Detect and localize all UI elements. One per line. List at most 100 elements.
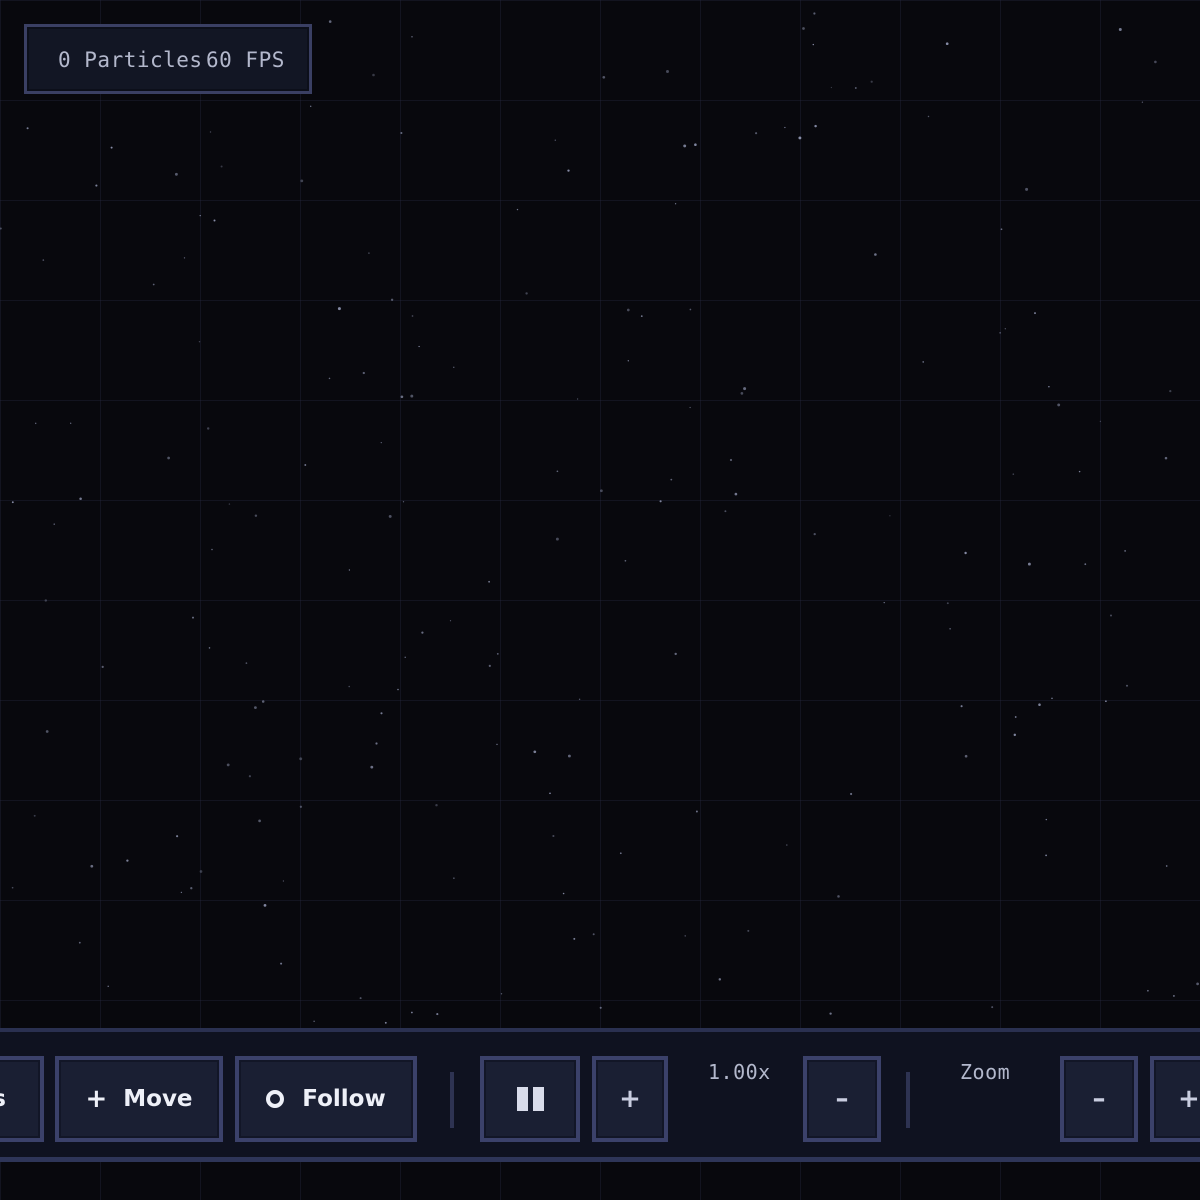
star	[999, 332, 1001, 334]
star	[1172, 994, 1175, 997]
speed-up-button[interactable]: +	[592, 1056, 668, 1142]
follow-button[interactable]: Follow	[235, 1056, 417, 1142]
follow-label: Follow	[302, 1086, 386, 1112]
star	[206, 427, 210, 430]
star	[208, 647, 211, 649]
star	[110, 146, 113, 149]
star	[837, 895, 840, 898]
star	[556, 470, 559, 473]
star	[624, 559, 627, 562]
star	[198, 340, 201, 343]
star	[11, 886, 14, 889]
star	[263, 904, 267, 907]
star	[949, 628, 951, 630]
star	[42, 259, 45, 261]
star	[449, 620, 452, 622]
star	[435, 803, 438, 807]
star	[747, 929, 750, 932]
star	[1012, 473, 1015, 475]
star	[718, 978, 722, 981]
star	[209, 131, 212, 133]
minus-icon: –	[1092, 1084, 1106, 1114]
star	[299, 757, 303, 761]
star	[362, 371, 365, 375]
star	[689, 406, 691, 409]
star	[525, 292, 528, 295]
partial-tool-label: s	[0, 1086, 6, 1112]
star	[813, 12, 816, 15]
star	[402, 501, 405, 503]
star	[964, 754, 968, 758]
star	[1154, 60, 1157, 64]
star	[421, 631, 424, 634]
star	[1004, 328, 1006, 330]
star	[1078, 470, 1081, 473]
star	[1125, 684, 1129, 687]
star	[786, 844, 788, 846]
star	[576, 398, 579, 400]
star	[1147, 989, 1149, 992]
star	[388, 514, 392, 518]
zoom-in-button[interactable]: +	[1150, 1056, 1200, 1142]
move-button[interactable]: + Move	[55, 1056, 223, 1142]
star	[798, 136, 802, 140]
star	[500, 993, 503, 995]
star	[694, 143, 697, 146]
star	[304, 464, 307, 466]
star	[380, 441, 382, 444]
star	[743, 387, 747, 391]
star	[549, 792, 551, 795]
star	[228, 503, 231, 505]
star	[1014, 716, 1017, 718]
star	[802, 27, 805, 30]
star	[1051, 697, 1053, 700]
speed-value: 1.00x	[708, 1060, 771, 1084]
star	[578, 698, 581, 700]
pause-button[interactable]	[480, 1056, 580, 1142]
star	[659, 500, 662, 503]
star	[211, 548, 213, 551]
partial-tool-button[interactable]: s	[0, 1056, 44, 1142]
star	[183, 257, 186, 259]
move-icon: +	[85, 1084, 108, 1114]
star	[180, 891, 183, 894]
star	[213, 219, 216, 222]
star	[101, 665, 104, 669]
star	[1013, 733, 1017, 737]
star	[627, 360, 629, 362]
starfield	[0, 12, 1199, 1024]
star	[192, 616, 194, 619]
zoom-label: Zoom	[960, 1060, 1011, 1084]
star	[488, 580, 490, 583]
star	[372, 73, 375, 77]
star	[453, 877, 455, 879]
speed-down-button[interactable]: –	[803, 1056, 881, 1142]
star	[337, 307, 341, 311]
star	[70, 422, 72, 424]
star	[640, 315, 643, 317]
star	[666, 70, 669, 73]
star	[600, 489, 603, 493]
pause-icon	[516, 1087, 544, 1111]
star	[300, 179, 304, 183]
stats-panel: 0 Particles 60 FPS	[24, 24, 312, 94]
star	[1034, 312, 1036, 315]
star	[226, 763, 230, 767]
star	[812, 43, 814, 46]
star	[830, 86, 833, 89]
star	[404, 656, 406, 658]
zoom-out-button[interactable]: –	[1060, 1056, 1138, 1142]
star	[813, 532, 816, 536]
star	[397, 688, 399, 691]
star	[359, 997, 362, 1000]
simulation-canvas[interactable]: 0 Particles 60 FPS s + Move Follow + 1.0…	[0, 0, 1200, 1200]
star	[254, 706, 257, 709]
star	[874, 253, 877, 256]
star	[368, 252, 370, 254]
star	[1084, 563, 1087, 566]
divider	[906, 1072, 910, 1128]
star	[328, 377, 331, 380]
plus-icon: +	[1178, 1084, 1200, 1114]
star	[261, 700, 265, 703]
star	[400, 395, 404, 399]
